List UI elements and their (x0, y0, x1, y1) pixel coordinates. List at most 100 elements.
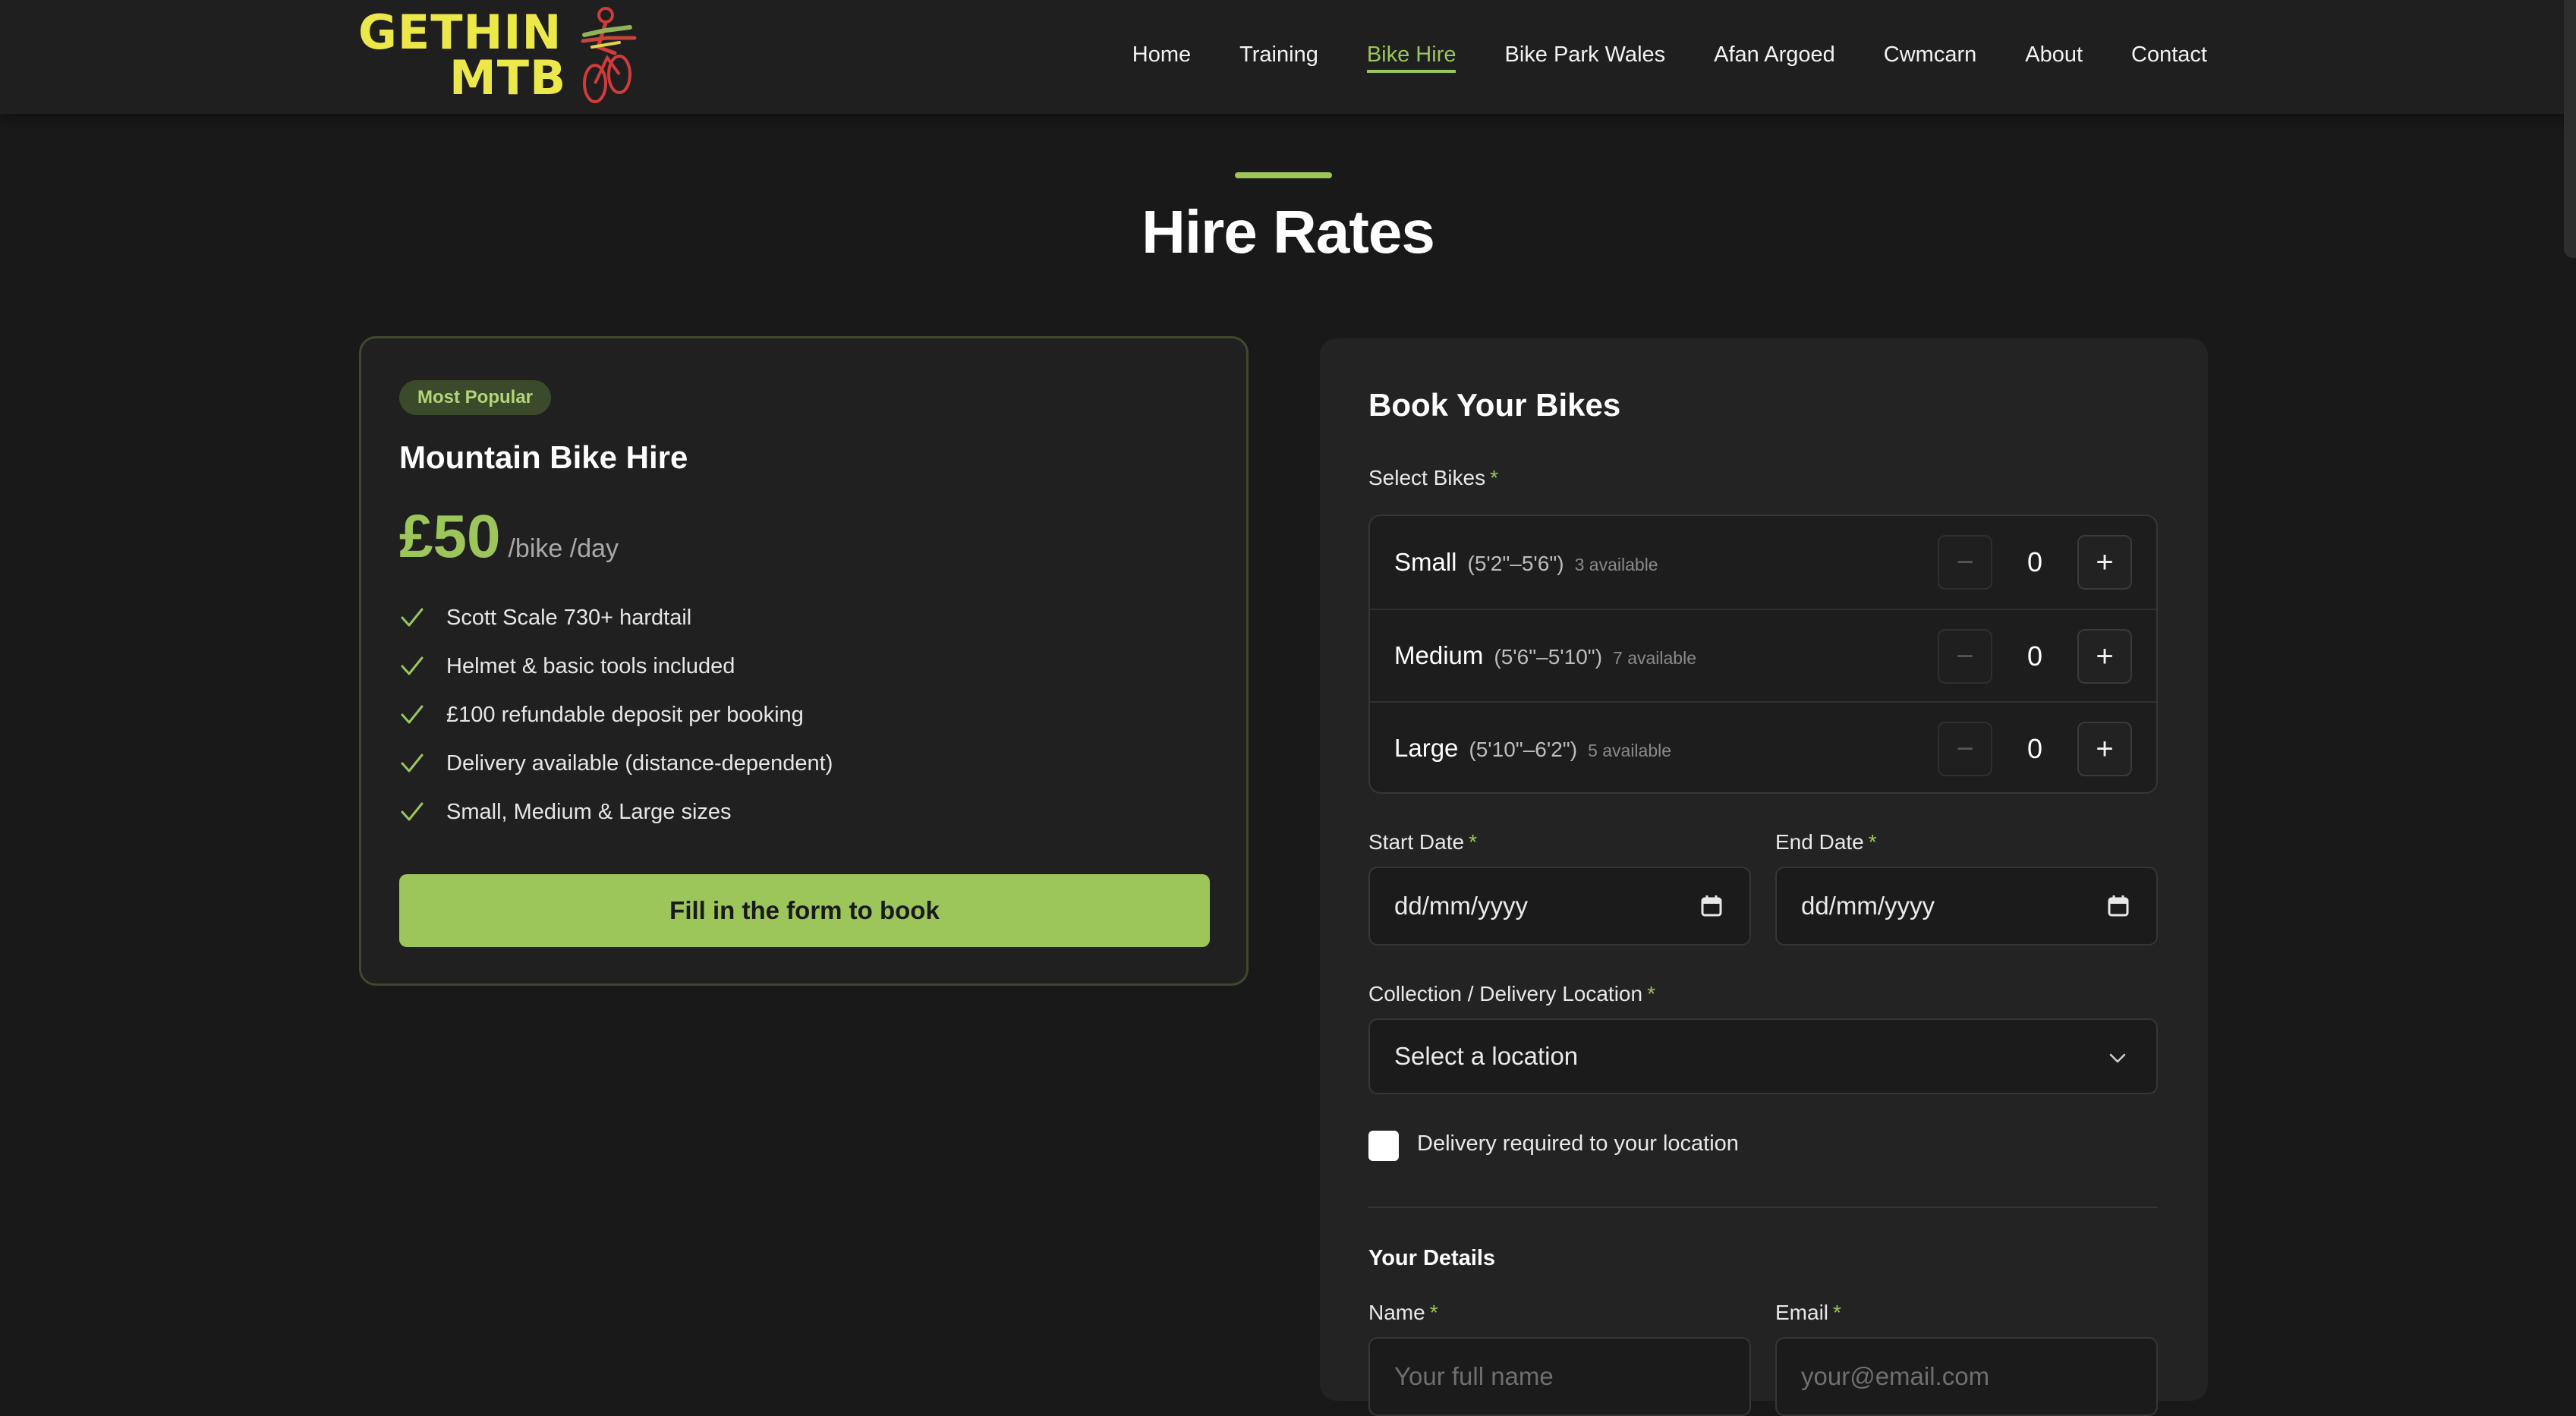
increment-button[interactable]: + (2077, 629, 2132, 684)
chevron-down-icon (2109, 1053, 2126, 1063)
form-divider (1368, 1207, 2158, 1208)
feature-item: £100 refundable deposit per booking (399, 700, 804, 730)
quantity-stepper: − 0 + (1938, 722, 2132, 776)
form-title: Book Your Bikes (1368, 387, 1621, 423)
bike-selector: Small (5'2"–5'6") 3 available − 0 + Medium… (1368, 514, 2158, 794)
location-label-text: Collection / Delivery Location (1368, 982, 1643, 1005)
location-label: Collection / Delivery Location * (1368, 982, 1655, 1006)
quantity-value: 0 (2026, 546, 2043, 577)
pricing-card-title: Mountain Bike Hire (399, 439, 688, 475)
quantity-stepper: − 0 + (1938, 535, 2132, 590)
delivery-checkbox[interactable] (1368, 1131, 1399, 1161)
most-popular-badge: Most Popular (399, 380, 552, 415)
calendar-icon[interactable] (2106, 894, 2130, 918)
nav-bike-park-wales[interactable]: Bike Park Wales (1504, 38, 1665, 71)
bike-availability: 3 available (1574, 555, 1658, 574)
select-bikes-label-text: Select Bikes (1368, 466, 1486, 489)
logo-text-line2: MTB (449, 50, 567, 105)
bike-availability: 7 available (1613, 648, 1696, 668)
feature-text: Scott Scale 730+ hardtail (446, 605, 692, 630)
check-icon (401, 705, 424, 724)
email-label: Email * (1775, 1301, 1841, 1325)
nav-contact[interactable]: Contact (2131, 38, 2207, 71)
price-unit: /bike /day (508, 534, 619, 563)
bike-size-range: (5'10"–6'2") (1469, 738, 1578, 761)
check-icon (401, 656, 424, 675)
quantity-value: 0 (2026, 640, 2043, 672)
required-marker: * (1469, 830, 1477, 854)
feature-item: Delivery available (distance-dependent) (399, 748, 833, 779)
decrement-button[interactable]: − (1938, 535, 1992, 590)
required-marker: * (1647, 982, 1655, 1005)
calendar-icon[interactable] (1699, 894, 1724, 918)
bike-row-medium: Medium (5'6"–5'10") 7 available − 0 + (1370, 609, 2156, 701)
bike-size-label: Small (5'2"–5'6") 3 available (1394, 548, 1658, 577)
email-field[interactable]: your@email.com (1775, 1337, 2158, 1416)
decrement-button[interactable]: − (1938, 722, 1992, 776)
section-title: Hire Rates (1142, 198, 1435, 266)
quantity-value: 0 (2026, 733, 2043, 764)
nav-training[interactable]: Training (1239, 38, 1318, 71)
increment-button[interactable]: + (2077, 535, 2132, 590)
bike-size-range: (5'6"–5'10") (1494, 645, 1603, 669)
feature-item: Scott Scale 730+ hardtail (399, 603, 691, 633)
bike-size-name: Medium (1394, 641, 1484, 669)
section-accent-line (1235, 172, 1332, 178)
delivery-checkbox-label[interactable]: Delivery required to your location (1417, 1131, 1739, 1156)
required-marker: * (1490, 466, 1498, 489)
start-date-input[interactable]: dd/mm/yyyy (1368, 867, 1751, 946)
check-icon (401, 754, 424, 773)
pricing-card: Most Popular Mountain Bike Hire £50 /bik… (359, 336, 1249, 986)
increment-button[interactable]: + (2077, 722, 2132, 776)
bike-size-label: Medium (5'6"–5'10") 7 available (1394, 641, 1696, 670)
end-date-input[interactable]: dd/mm/yyyy (1775, 867, 2158, 946)
bike-size-name: Large (1394, 734, 1459, 762)
decrement-button[interactable]: − (1938, 629, 1992, 684)
main-nav: Home Training Bike Hire Bike Park Wales … (1132, 38, 2207, 73)
your-details-heading: Your Details (1368, 1246, 1496, 1270)
book-cta-button[interactable]: Fill in the form to book (399, 874, 1210, 947)
nav-home[interactable]: Home (1132, 38, 1191, 71)
check-icon (401, 608, 424, 627)
end-date-label-text: End Date (1775, 830, 1864, 854)
booking-form: Book Your Bikes Select Bikes * Small (5'2"… (1320, 338, 2208, 1416)
required-marker: * (1868, 830, 1877, 854)
name-label: Name * (1368, 1301, 1438, 1325)
location-select[interactable]: Select a location (1368, 1018, 2158, 1094)
price-amount: £50 (399, 502, 501, 570)
bike-row-small: Small (5'2"–5'6") 3 available − 0 + (1370, 516, 2156, 609)
feature-item: Small, Medium & Large sizes (399, 797, 732, 827)
required-marker: * (1833, 1301, 1841, 1324)
email-label-text: Email (1775, 1301, 1829, 1324)
end-date-value: dd/mm/yyyy (1801, 892, 1935, 920)
cyclist-logo-icon (581, 7, 637, 103)
price-row: £50 /bike /day (399, 502, 619, 571)
quantity-stepper: − 0 + (1938, 629, 2132, 684)
site-header: GETHIN MTB Home Training Bike Hire Bike … (0, 0, 2576, 114)
bike-size-label: Large (5'10"–6'2") 5 available (1394, 734, 1671, 763)
bike-availability: 5 available (1588, 741, 1672, 760)
feature-text: Helmet & basic tools included (446, 653, 735, 678)
end-date-label: End Date * (1775, 830, 1877, 854)
start-date-label: Start Date * (1368, 830, 1477, 854)
email-placeholder: your@email.com (1801, 1362, 1990, 1390)
site-logo[interactable]: GETHIN MTB (358, 5, 647, 107)
feature-text: Small, Medium & Large sizes (446, 799, 732, 824)
select-bikes-label: Select Bikes * (1368, 466, 1498, 490)
nav-bike-hire[interactable]: Bike Hire (1366, 38, 1456, 73)
nav-afan-argoed[interactable]: Afan Argoed (1714, 38, 1835, 71)
name-label-text: Name (1368, 1301, 1425, 1324)
bike-size-range: (5'2"–5'6") (1467, 552, 1564, 575)
required-marker: * (1429, 1301, 1438, 1324)
start-date-value: dd/mm/yyyy (1394, 892, 1529, 920)
check-icon (401, 802, 424, 821)
nav-about[interactable]: About (2025, 38, 2083, 71)
name-field[interactable]: Your full name (1368, 1337, 1751, 1416)
feature-item: Helmet & basic tools included (399, 651, 735, 681)
feature-text: £100 refundable deposit per booking (446, 702, 804, 727)
nav-cwmcarn[interactable]: Cwmcarn (1884, 38, 1976, 71)
logo-text-line1: GETHIN (358, 5, 562, 60)
start-date-label-text: Start Date (1368, 830, 1465, 854)
feature-text: Delivery available (distance-dependent) (446, 750, 833, 776)
name-placeholder: Your full name (1394, 1362, 1554, 1390)
